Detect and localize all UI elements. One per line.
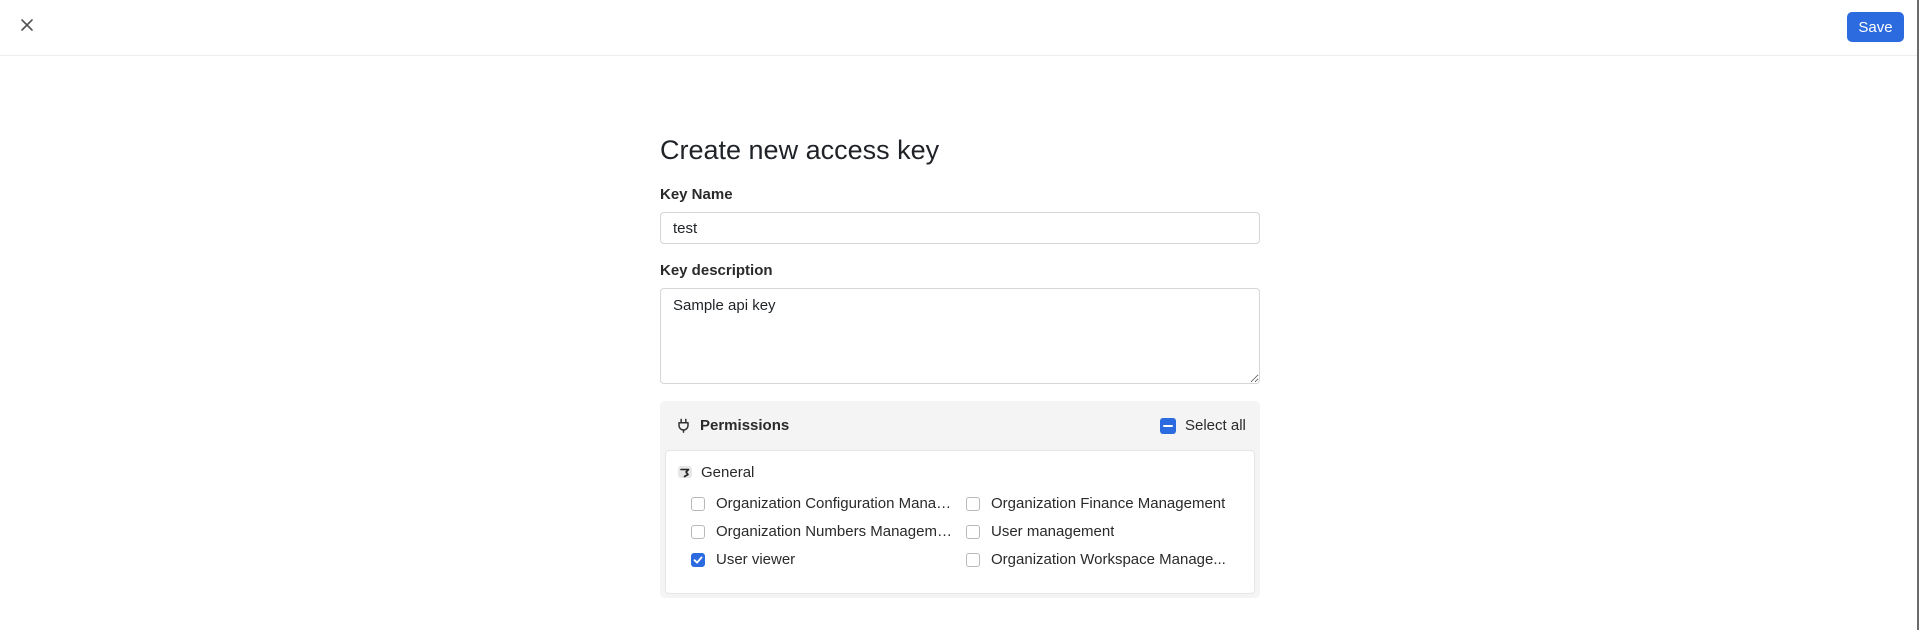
permission-label: User management [991, 523, 1115, 540]
permission-org-finance[interactable]: Organization Finance Management [966, 495, 1225, 512]
permission-label: Organization Finance Management [991, 495, 1226, 512]
permission-label: Organization Configuration Manag... [716, 495, 956, 512]
plug-icon [678, 418, 689, 433]
permissions-title: Permissions [700, 417, 790, 434]
checkmark-icon [693, 556, 703, 563]
key-name-label: Key Name [660, 186, 733, 203]
permission-label: User viewer [716, 551, 796, 568]
permission-user-management[interactable]: User management [966, 523, 1114, 540]
page-title: Create new access key [660, 135, 940, 165]
top-bar: Save [0, 0, 1917, 56]
permissions-header: Permissions Select all [660, 401, 1260, 451]
permission-user-viewer[interactable]: User viewer [691, 551, 795, 568]
group-icon [678, 466, 692, 478]
permission-group-general: General Organization Configuration Manag… [665, 450, 1255, 594]
key-description-label: Key description [660, 262, 773, 279]
permission-checkbox[interactable] [691, 524, 705, 539]
permission-org-numbers[interactable]: Organization Numbers Management [691, 523, 956, 540]
close-button[interactable] [17, 15, 37, 35]
save-button[interactable]: Save [1847, 12, 1904, 42]
select-all-label: Select all [1185, 417, 1246, 434]
permission-checkbox[interactable] [966, 552, 980, 567]
group-title: General [701, 464, 755, 481]
permission-checkbox[interactable] [966, 496, 980, 511]
permission-label: Organization Numbers Management [716, 523, 956, 540]
permission-org-configuration[interactable]: Organization Configuration Manag... [691, 495, 956, 512]
permissions-panel: Permissions Select all General Organizat… [660, 401, 1260, 598]
permission-label: Organization Workspace Manage... [991, 551, 1226, 568]
key-description-textarea[interactable]: Sample api key [660, 288, 1260, 384]
permission-checkbox-checked[interactable] [691, 552, 705, 567]
window-edge [1917, 0, 1919, 630]
key-name-input[interactable] [660, 212, 1260, 244]
permission-checkbox[interactable] [966, 524, 980, 539]
permission-org-workspace[interactable]: Organization Workspace Manage... [966, 551, 1226, 568]
permission-checkbox[interactable] [691, 496, 705, 511]
select-all-checkbox[interactable] [1160, 417, 1176, 434]
close-icon [21, 19, 33, 31]
select-all-control[interactable]: Select all [1160, 417, 1246, 434]
